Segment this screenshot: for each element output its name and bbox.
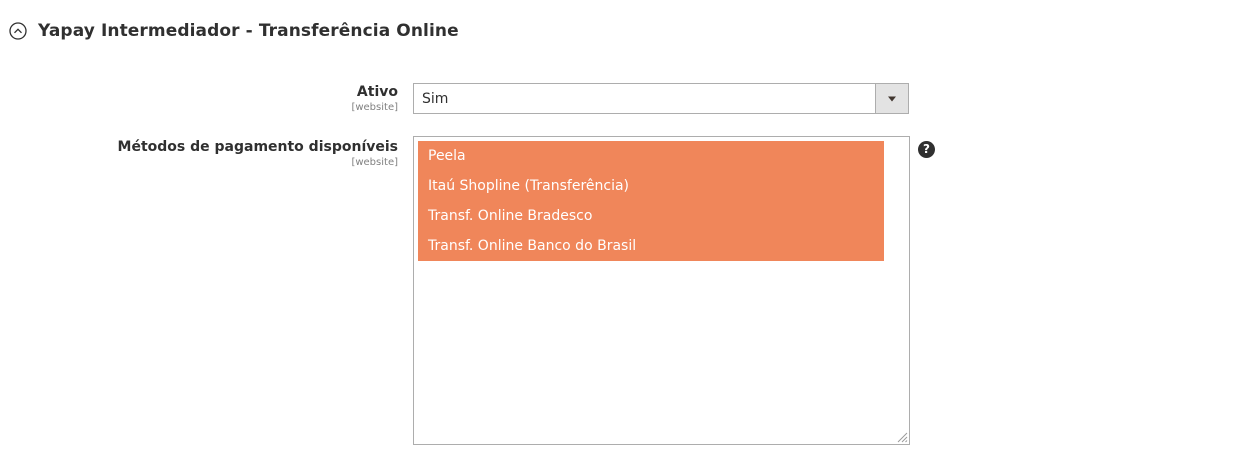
caret-down-icon	[888, 96, 896, 101]
section-title: Yapay Intermediador - Transferência Onli…	[38, 21, 459, 41]
ativo-label: Ativo	[356, 84, 398, 100]
multiselect-option-bradesco[interactable]: Transf. Online Bradesco	[418, 201, 884, 231]
question-circle-icon[interactable]: ?	[918, 141, 935, 158]
section-header-toggle[interactable]: Yapay Intermediador - Transferência Onli…	[9, 19, 459, 43]
multiselect-option-itau-shopline[interactable]: Itaú Shopline (Transferência)	[418, 171, 884, 201]
metodos-label-group: Métodos de pagamento disponíveis [websit…	[118, 139, 398, 169]
ativo-scope: [website]	[351, 102, 398, 113]
ativo-select[interactable]: Sim	[413, 83, 909, 114]
multiselect-option-peela[interactable]: Peela	[418, 141, 884, 171]
chevron-up-circle-icon	[9, 22, 27, 40]
multiselect-option-banco-do-brasil[interactable]: Transf. Online Banco do Brasil	[418, 231, 884, 261]
metodos-scope: [website]	[351, 157, 398, 168]
ativo-label-group: Ativo [website]	[351, 84, 398, 114]
select-arrow-button[interactable]	[875, 84, 908, 113]
metodos-label: Métodos de pagamento disponíveis	[117, 139, 398, 155]
payment-methods-multiselect[interactable]: Peela Itaú Shopline (Transferência) Tran…	[413, 136, 910, 445]
resize-handle-icon[interactable]	[896, 431, 908, 443]
ativo-select-value: Sim	[422, 91, 449, 107]
